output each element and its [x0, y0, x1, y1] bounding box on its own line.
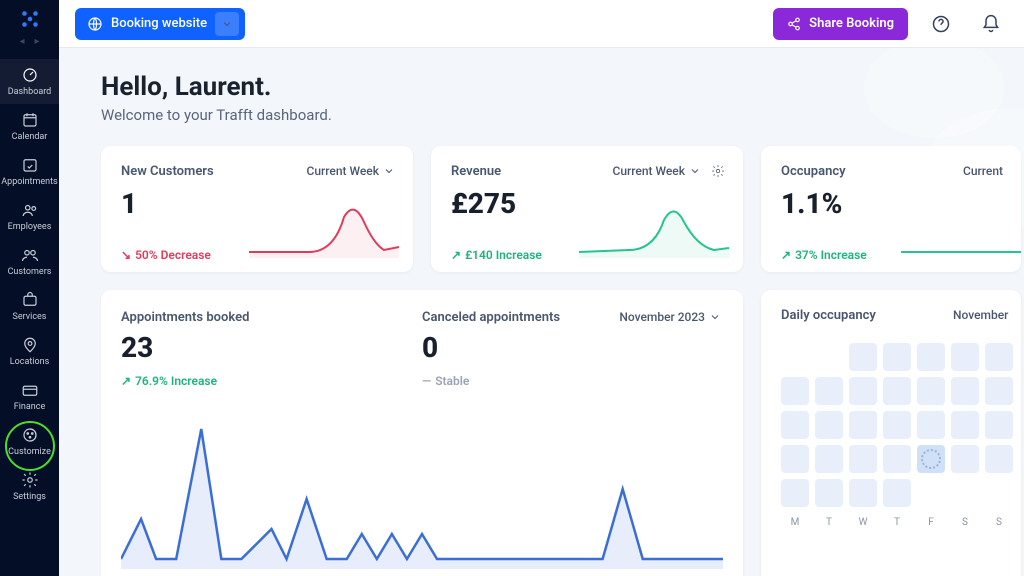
arrow-down-icon: ↘	[121, 248, 131, 262]
dashboard-icon	[21, 66, 39, 84]
services-icon	[21, 291, 39, 309]
locations-icon	[21, 336, 39, 354]
help-icon	[931, 14, 951, 34]
period-selector[interactable]: Current Week	[307, 164, 395, 178]
sidebar-item-label: Finance	[14, 403, 45, 412]
booking-button-label: Booking website	[111, 16, 207, 31]
gear-icon[interactable]	[711, 164, 725, 178]
sidebar-item-locations[interactable]: Locations	[0, 329, 59, 374]
sidebar-item-calendar[interactable]: Calendar	[0, 104, 59, 149]
chevron-down-icon	[689, 165, 701, 177]
sidebar-item-label: Customers	[8, 268, 52, 277]
sidebar-item-employees[interactable]: Employees	[0, 194, 59, 239]
main-area: Booking website Share Booking Hello, Lau…	[59, 0, 1024, 576]
sidebar-item-customers[interactable]: Customers	[0, 239, 59, 284]
arrow-up-icon: ↗	[121, 374, 131, 388]
stats-row: New Customers Current Week 1 ↘ 50% Decre…	[101, 146, 1024, 272]
help-button[interactable]	[924, 7, 958, 41]
topbar: Booking website Share Booking	[59, 0, 1024, 48]
change-indicator: ↗ 76.9% Increase	[121, 374, 422, 388]
change-indicator: — Stable	[422, 374, 723, 388]
col-value: 0	[422, 331, 723, 364]
row-two: Appointments booked 23 ↗ 76.9% Increase …	[101, 290, 1024, 576]
page-subtitle: Welcome to your Trafft dashboard.	[101, 106, 1024, 124]
sidebar-item-label: Services	[13, 313, 47, 322]
arrow-up-icon: ↗	[781, 248, 791, 262]
sidebar-item-services[interactable]: Services	[0, 284, 59, 329]
period-selector[interactable]: Current Week	[613, 164, 725, 178]
period-selector[interactable]: November 2023	[619, 310, 721, 324]
sidebar-item-label: Customize	[8, 448, 51, 457]
page-title: Hello, Laurent.	[101, 72, 1024, 102]
col-value: 23	[121, 331, 422, 364]
appointments-chart	[121, 399, 723, 569]
employees-icon	[21, 201, 39, 219]
card-appointments: Appointments booked 23 ↗ 76.9% Increase …	[101, 290, 743, 576]
share-booking-button[interactable]: Share Booking	[773, 8, 908, 40]
dash-icon: —	[422, 374, 431, 388]
card-new-customers: New Customers Current Week 1 ↘ 50% Decre…	[101, 146, 413, 272]
sidebar-item-appointments[interactable]: Appointments	[0, 149, 59, 194]
calendar-heatmap	[781, 343, 1021, 507]
customers-icon	[21, 246, 39, 264]
sidebar-collapse-arrows[interactable]: ◂▸	[19, 36, 39, 47]
day-of-week-labels: MTWTFSS	[781, 517, 1021, 528]
calendar-icon	[21, 111, 39, 129]
chevron-down-icon	[709, 311, 721, 323]
card-revenue: Revenue Current Week £275 ↗ £140 Increas…	[431, 146, 743, 272]
share-button-label: Share Booking	[809, 16, 894, 31]
chevron-down-icon	[383, 165, 395, 177]
sidebar-item-finance[interactable]: Finance	[0, 374, 59, 419]
app-logo	[19, 8, 41, 30]
sidebar-item-dashboard[interactable]: Dashboard	[0, 59, 59, 104]
customize-icon	[21, 426, 39, 444]
period-selector[interactable]: November	[953, 308, 1008, 322]
globe-icon	[87, 16, 103, 32]
sidebar-item-label: Locations	[10, 358, 49, 367]
card-daily-occupancy: Daily occupancy November MTWTFSS	[761, 290, 1021, 576]
sidebar-item-label: Settings	[13, 493, 46, 502]
sparkline	[901, 202, 1021, 258]
booking-website-button[interactable]: Booking website	[75, 8, 245, 40]
sidebar-item-label: Employees	[8, 223, 52, 232]
bell-icon	[981, 14, 1001, 34]
share-icon	[787, 17, 801, 31]
sidebar: ◂▸ Dashboard Calendar Appointments Emplo…	[0, 0, 59, 576]
sidebar-item-customize[interactable]: Customize	[0, 419, 59, 464]
sidebar-item-settings[interactable]: Settings	[0, 464, 59, 509]
finance-icon	[21, 381, 39, 399]
sparkline	[249, 202, 399, 258]
sidebar-item-label: Dashboard	[8, 88, 52, 97]
sidebar-item-label: Calendar	[12, 133, 48, 142]
period-selector[interactable]: Current	[963, 164, 1003, 178]
appointments-icon	[21, 156, 39, 174]
chevron-down-icon	[215, 12, 239, 36]
card-occupancy: Occupancy Current 1.1% ↗ 37% Increase	[761, 146, 1021, 272]
settings-icon	[21, 471, 39, 489]
arrow-up-icon: ↗	[451, 248, 461, 262]
col-title: Appointments booked	[121, 310, 422, 325]
content: Hello, Laurent. Welcome to your Trafft d…	[59, 48, 1024, 576]
sidebar-item-label: Appointments	[1, 178, 57, 187]
notifications-button[interactable]	[974, 7, 1008, 41]
sparkline	[579, 202, 729, 258]
